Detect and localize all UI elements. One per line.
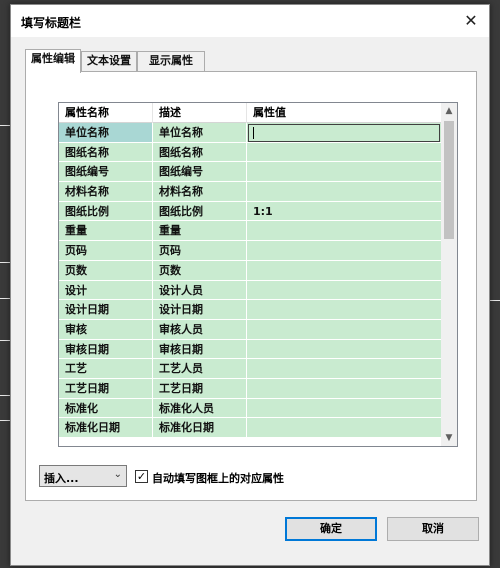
table-row[interactable]: 页数 页数 (59, 260, 443, 281)
column-header-value[interactable]: 属性值 (247, 103, 443, 123)
cancel-button[interactable]: 取消 (387, 517, 479, 541)
table-row[interactable]: 工艺日期 工艺日期 (59, 378, 443, 399)
tab-property-edit[interactable]: 属性编辑 (25, 49, 81, 73)
description-cell: 单位名称 (153, 123, 247, 143)
description-cell: 材料名称 (153, 182, 247, 202)
chevron-down-icon: ⌄ (113, 469, 122, 480)
property-value-cell[interactable] (247, 359, 443, 379)
property-name-cell: 单位名称 (59, 123, 153, 143)
close-icon[interactable]: ✕ (461, 11, 481, 31)
table-row[interactable]: 材料名称 材料名称 (59, 182, 443, 202)
auto-fill-checkbox-label[interactable]: 自动填写图框上的对应属性 (152, 470, 284, 486)
fill-title-block-dialog: 填写标题栏 ✕ 属性编辑 文本设置 显示属性 属性名称 描述 属性值 单位名称单… (10, 4, 490, 566)
property-value-cell[interactable] (247, 280, 443, 301)
description-cell: 审核人员 (153, 319, 247, 340)
property-value-cell[interactable] (247, 142, 443, 163)
background-line (0, 298, 10, 299)
table-row[interactable]: 图纸比例 图纸比例 1:1 (59, 201, 443, 222)
property-value-cell[interactable] (247, 378, 443, 399)
property-name-cell: 工艺日期 (59, 378, 153, 399)
description-cell: 页数 (153, 260, 247, 281)
auto-fill-checkbox[interactable]: ✓ (135, 470, 148, 483)
property-name-cell: 标准化 (59, 398, 153, 419)
description-cell: 重量 (153, 221, 247, 242)
property-edit-panel: 属性名称 描述 属性值 单位名称 单位名称 图纸名称 图纸名称 图纸编号 图纸编号 材料名称… (25, 71, 477, 501)
vertical-scrollbar[interactable]: ▲ ▼ (441, 103, 457, 446)
table-row[interactable]: 审核日期 审核日期 (59, 339, 443, 360)
table-row[interactable]: 工艺 工艺人员 (59, 359, 443, 379)
tab-text-settings[interactable]: 文本设置 (81, 51, 137, 71)
property-value-cell[interactable] (247, 319, 443, 340)
property-value-cell[interactable] (247, 241, 443, 261)
table-row[interactable]: 页码 页码 (59, 241, 443, 261)
table-row[interactable]: 标准化日期 标准化日期 (59, 418, 443, 438)
scroll-down-icon[interactable]: ▼ (441, 430, 457, 446)
property-value-cell[interactable] (247, 300, 443, 320)
table-row[interactable]: 设计日期 设计日期 (59, 300, 443, 320)
property-name-cell: 审核 (59, 319, 153, 340)
table-row[interactable]: 图纸名称 图纸名称 (59, 142, 443, 163)
description-cell: 标准化人员 (153, 398, 247, 419)
title-bar: 填写标题栏 ✕ (11, 5, 489, 37)
background-line (0, 125, 10, 126)
property-value-cell[interactable] (247, 398, 443, 419)
property-name-cell: 图纸编号 (59, 162, 153, 183)
background-line (0, 340, 10, 341)
property-value-cell[interactable] (247, 182, 443, 202)
description-cell: 图纸名称 (153, 142, 247, 163)
scroll-thumb[interactable] (444, 121, 454, 239)
property-value-cell[interactable] (247, 162, 443, 183)
background-line (0, 420, 10, 421)
property-name-cell: 材料名称 (59, 182, 153, 202)
property-name-cell: 设计日期 (59, 300, 153, 320)
insert-dropdown[interactable]: 插入... ⌄ (39, 465, 127, 487)
property-grid: 属性名称 描述 属性值 单位名称 单位名称 图纸名称 图纸名称 图纸编号 图纸编号 材料名称… (58, 102, 458, 447)
scroll-up-icon[interactable]: ▲ (441, 103, 457, 119)
description-cell: 设计人员 (153, 280, 247, 301)
background-line (490, 300, 500, 301)
description-cell: 工艺人员 (153, 359, 247, 379)
insert-dropdown-label: 插入... (44, 472, 79, 485)
property-value-cell[interactable] (247, 339, 443, 360)
table-row[interactable]: 审核 审核人员 (59, 319, 443, 340)
background-line (0, 262, 10, 263)
property-name-cell: 图纸比例 (59, 201, 153, 222)
property-value-cell[interactable] (247, 221, 443, 242)
property-name-cell: 工艺 (59, 359, 153, 379)
table-row[interactable]: 单位名称 单位名称 (59, 123, 443, 143)
property-name-cell: 设计 (59, 280, 153, 301)
column-header-name[interactable]: 属性名称 (59, 103, 153, 123)
property-value-cell[interactable]: 1:1 (247, 201, 443, 222)
grid-header: 属性名称 描述 属性值 (59, 103, 443, 123)
property-name-cell: 图纸名称 (59, 142, 153, 163)
text-caret (253, 127, 254, 139)
description-cell: 设计日期 (153, 300, 247, 320)
property-name-cell: 页数 (59, 260, 153, 281)
description-cell: 图纸比例 (153, 201, 247, 222)
description-cell: 审核日期 (153, 339, 247, 360)
table-row[interactable]: 图纸编号 图纸编号 (59, 162, 443, 183)
dialog-title: 填写标题栏 (21, 16, 82, 30)
property-value-cell[interactable] (247, 418, 443, 438)
tab-display-properties[interactable]: 显示属性 (137, 51, 205, 71)
table-row[interactable]: 重量 重量 (59, 221, 443, 242)
property-name-cell: 重量 (59, 221, 153, 242)
property-value-cell[interactable] (247, 260, 443, 281)
property-name-cell: 页码 (59, 241, 153, 261)
table-row[interactable]: 设计 设计人员 (59, 280, 443, 301)
background-line (0, 395, 10, 396)
ok-button[interactable]: 确定 (285, 517, 377, 541)
description-cell: 图纸编号 (153, 162, 247, 183)
value-edit-box[interactable] (248, 124, 440, 142)
description-cell: 工艺日期 (153, 378, 247, 399)
column-header-description[interactable]: 描述 (153, 103, 247, 123)
property-name-cell: 审核日期 (59, 339, 153, 360)
description-cell: 标准化日期 (153, 418, 247, 438)
grid-rows: 单位名称 单位名称 图纸名称 图纸名称 图纸编号 图纸编号 材料名称 材料名称 图纸比例 图纸比例… (59, 123, 443, 438)
description-cell: 页码 (153, 241, 247, 261)
property-name-cell: 标准化日期 (59, 418, 153, 438)
table-row[interactable]: 标准化 标准化人员 (59, 398, 443, 419)
